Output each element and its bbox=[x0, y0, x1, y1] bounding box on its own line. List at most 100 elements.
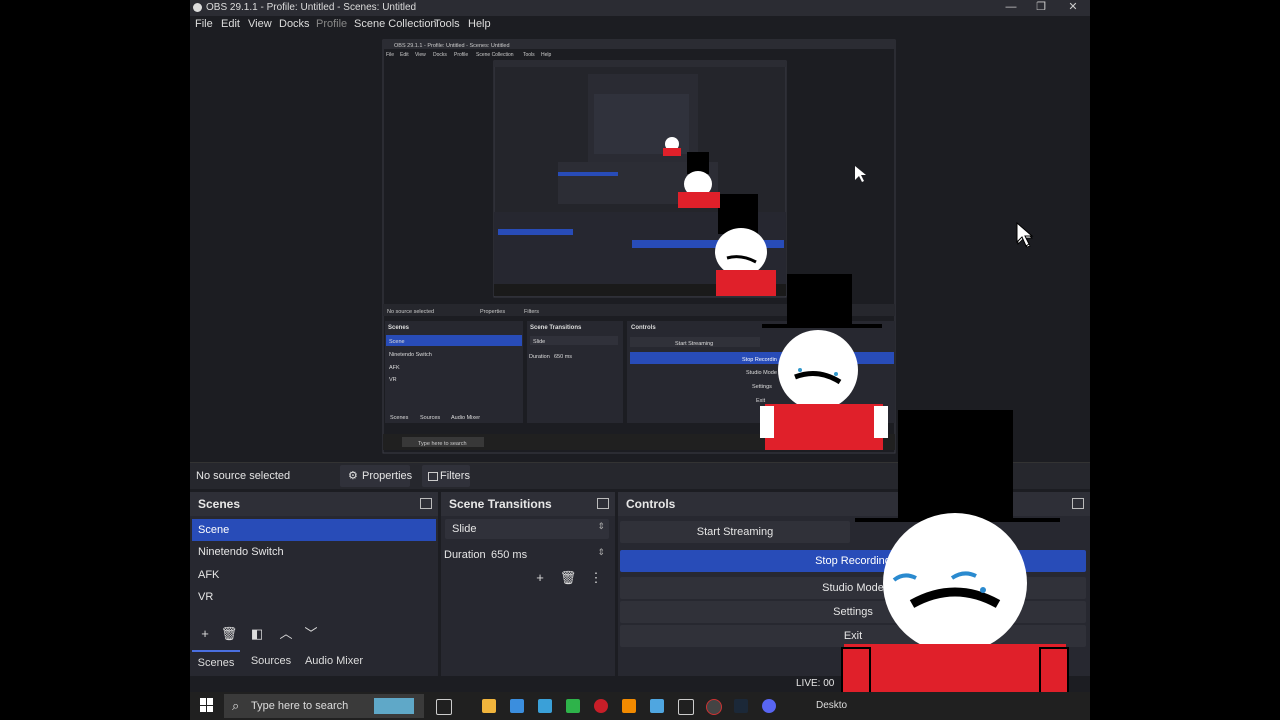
scene-transitions-dock: Scene Transitions Slide ⇕ Duration 650 m… bbox=[441, 492, 615, 676]
cartoon-character bbox=[841, 410, 1069, 720]
store-icon[interactable] bbox=[538, 699, 552, 713]
discord-icon[interactable] bbox=[762, 699, 776, 713]
menu-profile[interactable]: Profile bbox=[316, 18, 347, 30]
spinner-icon[interactable]: ⇕ bbox=[597, 547, 605, 558]
nested-menu-2: View bbox=[415, 52, 426, 58]
scene-filters-icon[interactable]: ◧ bbox=[248, 625, 266, 643]
preview-canvas[interactable]: OBS 29.1.1 - Profile: Untitled - Scenes:… bbox=[190, 34, 1090, 460]
menu-tools[interactable]: Tools bbox=[434, 18, 460, 30]
add-transition-icon[interactable]: + bbox=[531, 569, 549, 587]
scene-item-nintendo-switch[interactable]: Ninetendo Switch bbox=[192, 541, 436, 563]
tab-sources[interactable]: Sources bbox=[246, 650, 296, 676]
menu-help[interactable]: Help bbox=[468, 18, 491, 30]
nested-filters: Filters bbox=[524, 309, 539, 315]
title-bar: OBS 29.1.1 - Profile: Untitled - Scenes:… bbox=[190, 0, 1090, 16]
no-source-label: No source selected bbox=[196, 470, 291, 482]
menu-view[interactable]: View bbox=[248, 18, 272, 30]
app-icon[interactable] bbox=[650, 699, 664, 713]
remove-scene-icon[interactable]: 🗑 bbox=[220, 625, 238, 643]
nested-start-streaming: Start Streaming bbox=[675, 341, 713, 347]
nested-duration-label: Duration bbox=[529, 354, 550, 360]
nested-properties: Properties bbox=[480, 309, 505, 315]
top-hat-icon bbox=[898, 410, 1013, 520]
transition-select[interactable]: Slide ⇕ bbox=[445, 519, 609, 539]
dock-tabs: Scenes Sources Audio Mixer bbox=[190, 650, 440, 676]
opera-icon[interactable] bbox=[594, 699, 608, 713]
nested-title: OBS 29.1.1 - Profile: Untitled - Scenes:… bbox=[394, 43, 510, 49]
minimize-button[interactable]: — bbox=[996, 0, 1026, 16]
windows-start-icon[interactable] bbox=[200, 698, 214, 712]
restore-button[interactable]: ❐ bbox=[1026, 0, 1056, 16]
menu-scene-collection[interactable]: Scene Collection bbox=[354, 18, 437, 30]
close-button[interactable]: ✕ bbox=[1058, 0, 1088, 16]
minecraft-icon[interactable] bbox=[566, 699, 580, 713]
nested-controls-header: Controls bbox=[631, 325, 656, 331]
move-up-icon[interactable]: ︿ bbox=[277, 625, 295, 643]
gear-icon: ⚙ bbox=[348, 470, 358, 482]
nested-transitions-header: Scene Transitions bbox=[530, 325, 582, 331]
nested-scene-2: AFK bbox=[389, 365, 400, 371]
start-streaming-button[interactable]: Start Streaming bbox=[620, 521, 850, 543]
transition-value: Slide bbox=[452, 523, 477, 535]
nested-stop-recording: Stop Recordin bbox=[742, 357, 777, 363]
taskbar: ⌕ Type here to search Deskto bbox=[190, 692, 1090, 720]
duration-label: Duration bbox=[444, 549, 486, 561]
scene-item-vr[interactable]: VR bbox=[192, 586, 436, 608]
more-options-icon[interactable]: ⋮ bbox=[587, 569, 605, 587]
nested-menu-5: Scene Collection bbox=[476, 52, 514, 58]
steam-icon[interactable] bbox=[734, 699, 748, 713]
scene-item-afk[interactable]: AFK bbox=[192, 564, 436, 586]
search-icon: ⌕ bbox=[232, 698, 240, 713]
nested-tab-2: Audio Mixer bbox=[451, 415, 480, 421]
add-scene-icon[interactable]: + bbox=[196, 625, 214, 643]
search-placeholder: Type here to search bbox=[251, 700, 349, 712]
task-view-icon[interactable] bbox=[436, 699, 452, 715]
taskbar-search[interactable]: ⌕ Type here to search bbox=[224, 694, 424, 718]
chevron-updown-icon: ⇕ bbox=[597, 521, 605, 531]
nested-search: Type here to search bbox=[418, 441, 467, 447]
undock-icon[interactable] bbox=[420, 498, 432, 509]
terminal-icon[interactable] bbox=[678, 699, 694, 715]
transitions-dock-header: Scene Transitions bbox=[441, 492, 615, 516]
menu-docks[interactable]: Docks bbox=[279, 18, 310, 30]
tab-scenes[interactable]: Scenes bbox=[192, 650, 240, 678]
scene-item-scene[interactable]: Scene bbox=[192, 519, 436, 541]
nested-transition: Slide bbox=[533, 339, 545, 345]
remove-transition-icon[interactable]: 🗑 bbox=[559, 569, 577, 587]
properties-label: Properties bbox=[362, 470, 413, 482]
properties-button[interactable]: ⚙ Properties bbox=[340, 465, 413, 487]
file-explorer-icon[interactable] bbox=[482, 699, 496, 713]
scenes-dock-header: Scenes bbox=[190, 492, 438, 516]
duration-spinbox[interactable]: 650 ms ⇕ bbox=[487, 545, 609, 565]
duration-value: 650 ms bbox=[491, 549, 528, 561]
nested-menu-7: Help bbox=[541, 52, 552, 58]
face-icon bbox=[883, 513, 1027, 653]
filters-button[interactable]: Filters bbox=[422, 465, 470, 487]
vlc-icon[interactable] bbox=[622, 699, 636, 713]
window-title: OBS 29.1.1 - Profile: Untitled - Scenes:… bbox=[206, 2, 417, 13]
search-highlight-icon bbox=[374, 698, 414, 714]
menu-edit[interactable]: Edit bbox=[221, 18, 240, 30]
nested-tab-1: Sources bbox=[420, 415, 440, 421]
filters-icon bbox=[428, 472, 438, 481]
obs-taskbar-icon[interactable] bbox=[706, 699, 722, 715]
nested-scene-1: Ninetendo Switch bbox=[389, 352, 432, 358]
controls-title: Controls bbox=[626, 497, 676, 511]
nested-menu-4: Profile bbox=[454, 52, 468, 58]
nested-status: No source selected bbox=[387, 309, 434, 315]
undock-icon[interactable] bbox=[597, 498, 609, 509]
menu-file[interactable]: File bbox=[195, 18, 213, 30]
menu-bar: File Edit View Docks Profile Scene Colle… bbox=[190, 16, 1090, 34]
nested-scenes-header: Scenes bbox=[388, 325, 410, 331]
desktop-label[interactable]: Deskto bbox=[816, 700, 847, 711]
nested-menu-1: Edit bbox=[400, 52, 409, 58]
scenes-dock: Scenes Scene Ninetendo Switch AFK VR + 🗑… bbox=[190, 492, 438, 676]
move-down-icon[interactable]: ﹀ bbox=[302, 625, 320, 643]
filters-label: Filters bbox=[440, 470, 470, 482]
nested-exit: Exit bbox=[756, 398, 766, 404]
mouse-cursor-icon bbox=[1016, 222, 1034, 247]
tab-audio-mixer[interactable]: Audio Mixer bbox=[300, 650, 368, 676]
nested-studio-mode: Studio Mode bbox=[746, 370, 777, 376]
nested-obs-capture: OBS 29.1.1 - Profile: Untitled - Scenes:… bbox=[382, 39, 1034, 454]
mail-icon[interactable] bbox=[510, 699, 524, 713]
